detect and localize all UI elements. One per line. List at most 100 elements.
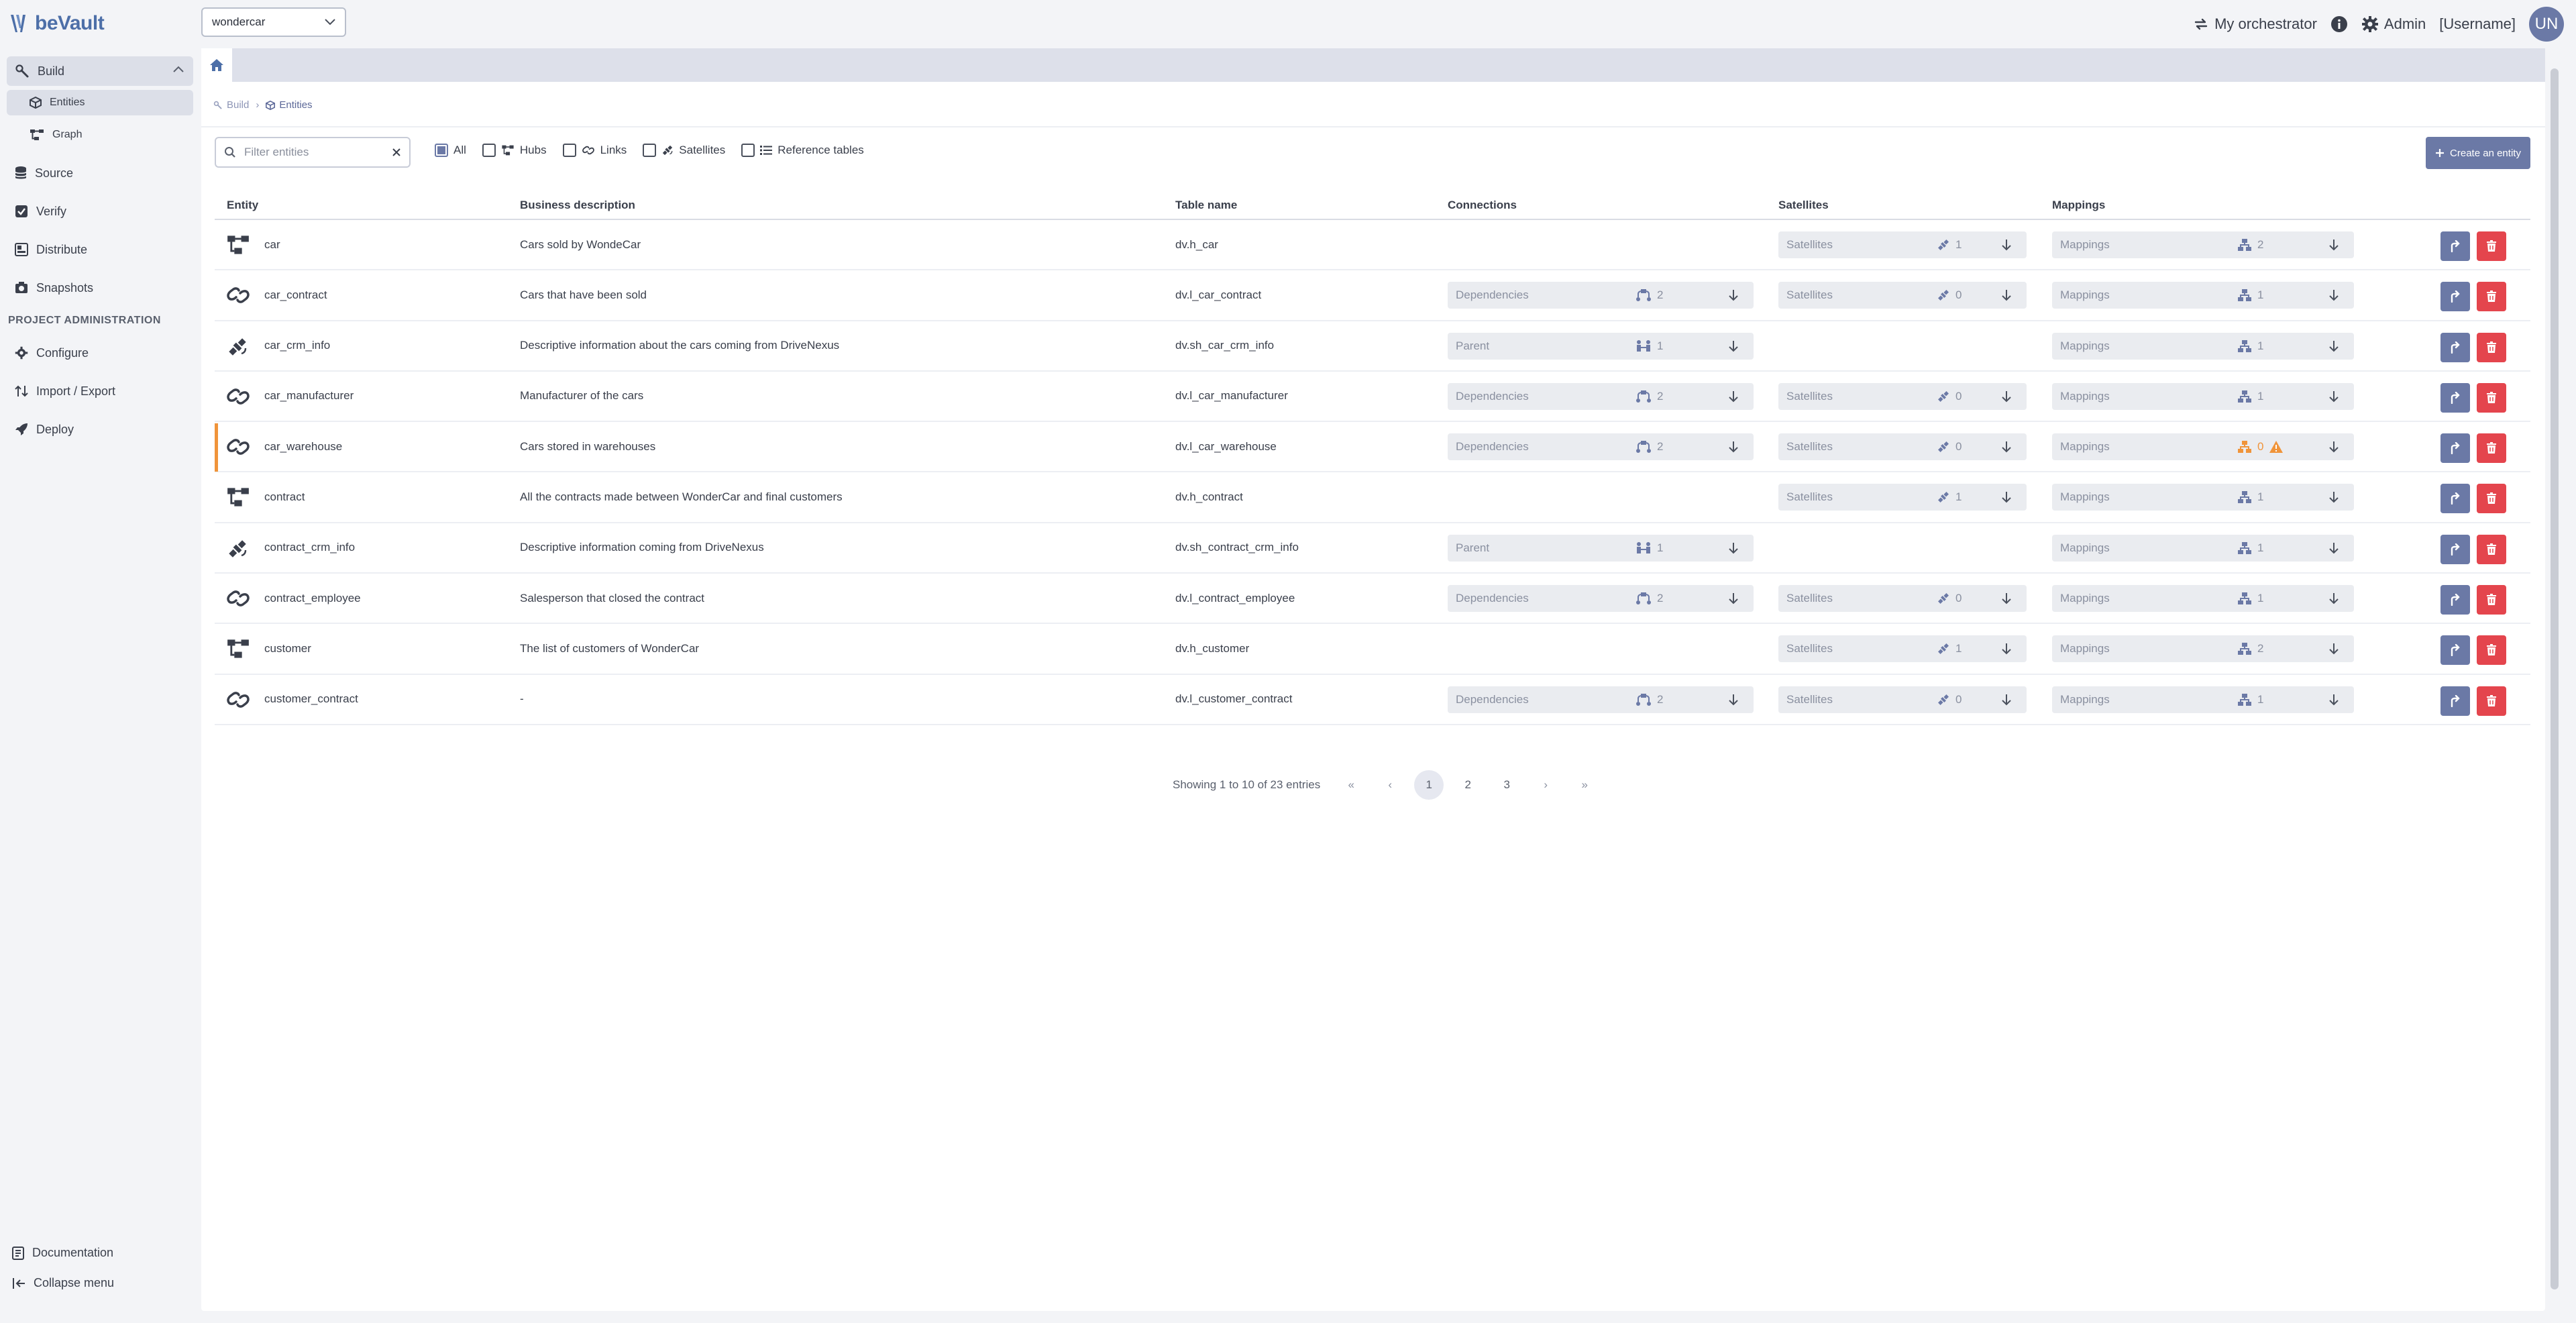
delete-entity-button[interactable] bbox=[2477, 686, 2506, 716]
mappings-dropdown[interactable]: Mappings 1 bbox=[2052, 686, 2354, 713]
table-row[interactable]: car_warehouse Cars stored in warehouses dv… bbox=[215, 422, 2530, 473]
entity-name[interactable]: customer_contract bbox=[264, 675, 358, 724]
delete-entity-button[interactable] bbox=[2477, 585, 2506, 615]
checkbox-hubs[interactable] bbox=[482, 144, 496, 157]
mappings-dropdown[interactable]: Mappings 1 bbox=[2052, 332, 2354, 360]
open-entity-button[interactable] bbox=[2440, 433, 2470, 464]
sidebar-item-documentation[interactable]: Documentation bbox=[12, 1246, 113, 1260]
sidebar-item-import-export[interactable]: Import / Export bbox=[7, 376, 193, 406]
open-entity-button[interactable] bbox=[2440, 484, 2470, 514]
pagination-next[interactable]: › bbox=[1531, 770, 1560, 800]
arrow-down-icon[interactable] bbox=[1728, 541, 1739, 555]
pagination-page-3[interactable]: 3 bbox=[1492, 770, 1521, 800]
arrow-down-icon[interactable] bbox=[1728, 693, 1739, 706]
dependencies-dropdown[interactable]: Dependencies 2 bbox=[1448, 686, 1754, 713]
arrow-down-icon[interactable] bbox=[2328, 592, 2339, 605]
mappings-dropdown[interactable]: Mappings 1 bbox=[2052, 585, 2354, 613]
arrow-down-icon[interactable] bbox=[2328, 642, 2339, 655]
arrow-down-icon[interactable] bbox=[2328, 693, 2339, 706]
delete-entity-button[interactable] bbox=[2477, 282, 2506, 312]
satellites-dropdown[interactable]: Satellites 0 bbox=[1778, 585, 2027, 613]
close-icon[interactable] bbox=[392, 148, 401, 157]
delete-entity-button[interactable] bbox=[2477, 534, 2506, 564]
arrow-down-icon[interactable] bbox=[1728, 390, 1739, 403]
arrow-down-icon[interactable] bbox=[2328, 288, 2339, 302]
project-select[interactable]: wondercar bbox=[201, 7, 346, 37]
open-entity-button[interactable] bbox=[2440, 686, 2470, 716]
entity-name[interactable]: contract_employee bbox=[264, 574, 361, 623]
delete-entity-button[interactable] bbox=[2477, 382, 2506, 413]
entity-name[interactable]: car_warehouse bbox=[264, 422, 342, 471]
arrow-down-icon[interactable] bbox=[2328, 238, 2339, 252]
satellites-dropdown[interactable]: Satellites 0 bbox=[1778, 686, 2027, 713]
satellites-dropdown[interactable]: Satellites 1 bbox=[1778, 484, 2027, 511]
entity-name[interactable]: contract bbox=[264, 472, 305, 521]
mappings-dropdown[interactable]: Mappings 2 bbox=[2052, 231, 2354, 258]
pagination-last[interactable]: » bbox=[1570, 770, 1599, 800]
mappings-dropdown[interactable]: Mappings 1 bbox=[2052, 282, 2354, 309]
orchestrator-link[interactable]: My orchestrator bbox=[2193, 15, 2317, 33]
arrow-down-icon[interactable] bbox=[2328, 339, 2339, 353]
tab-home[interactable] bbox=[201, 48, 232, 82]
arrow-down-icon[interactable] bbox=[2001, 693, 2012, 706]
delete-entity-button[interactable] bbox=[2477, 635, 2506, 666]
filter-hubs[interactable]: Hubs bbox=[482, 144, 547, 157]
pagination-first[interactable]: « bbox=[1336, 770, 1366, 800]
mappings-dropdown[interactable]: Mappings 1 bbox=[2052, 382, 2354, 410]
checkbox-all[interactable] bbox=[435, 144, 448, 157]
checkbox-links[interactable] bbox=[562, 144, 576, 157]
entity-name[interactable]: contract_crm_info bbox=[264, 523, 355, 572]
open-entity-button[interactable] bbox=[2440, 332, 2470, 362]
arrow-down-icon[interactable] bbox=[2328, 541, 2339, 555]
arrow-down-icon[interactable] bbox=[2328, 440, 2339, 454]
table-row[interactable]: car_crm_info Descriptive information abou… bbox=[215, 321, 2530, 372]
delete-entity-button[interactable] bbox=[2477, 484, 2506, 514]
sidebar-item-build[interactable]: Build bbox=[7, 56, 193, 86]
open-entity-button[interactable] bbox=[2440, 231, 2470, 261]
table-row[interactable]: contract_employee Salesperson that closed… bbox=[215, 574, 2530, 625]
entity-name[interactable]: car bbox=[264, 220, 280, 269]
satellites-dropdown[interactable]: Satellites 0 bbox=[1778, 282, 2027, 309]
delete-entity-button[interactable] bbox=[2477, 433, 2506, 464]
filter-reference-tables[interactable]: Reference tables bbox=[741, 144, 864, 157]
breadcrumb-build[interactable]: Build bbox=[213, 99, 249, 111]
satellites-dropdown[interactable]: Satellites 1 bbox=[1778, 231, 2027, 258]
pagination-page-1[interactable]: 1 bbox=[1414, 770, 1444, 800]
arrow-down-icon[interactable] bbox=[2001, 440, 2012, 454]
entity-name[interactable]: car_manufacturer bbox=[264, 372, 354, 421]
satellites-dropdown[interactable]: Satellites 0 bbox=[1778, 382, 2027, 410]
collapse-menu-button[interactable]: Collapse menu bbox=[12, 1276, 114, 1290]
filter-all[interactable]: All bbox=[435, 144, 466, 157]
entity-name[interactable]: customer bbox=[264, 624, 311, 673]
table-row[interactable]: customer_contract - dv.l_customer_contract… bbox=[215, 675, 2530, 725]
column-header-entity[interactable]: Entity bbox=[227, 199, 258, 212]
column-header-mappings[interactable]: Mappings bbox=[2052, 199, 2105, 212]
open-entity-button[interactable] bbox=[2440, 585, 2470, 615]
sidebar-item-source[interactable]: Source bbox=[7, 158, 193, 188]
parent-dropdown[interactable]: Parent 1 bbox=[1448, 332, 1754, 360]
sidebar-item-snapshots[interactable]: Snapshots bbox=[7, 273, 193, 303]
dependencies-dropdown[interactable]: Dependencies 2 bbox=[1448, 382, 1754, 410]
delete-entity-button[interactable] bbox=[2477, 231, 2506, 261]
create-entity-button[interactable]: Create an entity bbox=[2426, 137, 2530, 169]
info-button[interactable] bbox=[2330, 15, 2348, 33]
entity-name[interactable]: car_contract bbox=[264, 270, 327, 319]
parent-dropdown[interactable]: Parent 1 bbox=[1448, 534, 1754, 562]
mappings-dropdown[interactable]: Mappings 1 bbox=[2052, 484, 2354, 511]
arrow-down-icon[interactable] bbox=[1728, 339, 1739, 353]
table-row[interactable]: car_manufacturer Manufacturer of the cars… bbox=[215, 372, 2530, 423]
sidebar-item-entities[interactable]: Entities bbox=[7, 90, 193, 115]
table-row[interactable]: contract_crm_info Descriptive information… bbox=[215, 523, 2530, 574]
checkbox-reference-tables[interactable] bbox=[741, 144, 755, 157]
table-row[interactable]: contract All the contracts made between W… bbox=[215, 472, 2530, 523]
sidebar-item-configure[interactable]: Configure bbox=[7, 338, 193, 368]
admin-link[interactable]: Admin bbox=[2361, 15, 2426, 33]
table-row[interactable]: car_contract Cars that have been sold dv.l… bbox=[215, 270, 2530, 321]
mappings-dropdown[interactable]: Mappings 0 bbox=[2052, 433, 2354, 461]
filter-input[interactable] bbox=[244, 146, 378, 159]
column-header-connections[interactable]: Connections bbox=[1448, 199, 1517, 212]
sidebar-item-verify[interactable]: Verify bbox=[7, 197, 193, 226]
open-entity-button[interactable] bbox=[2440, 382, 2470, 413]
filter-satellites[interactable]: Satellites bbox=[643, 144, 725, 157]
satellites-dropdown[interactable]: Satellites 0 bbox=[1778, 433, 2027, 461]
